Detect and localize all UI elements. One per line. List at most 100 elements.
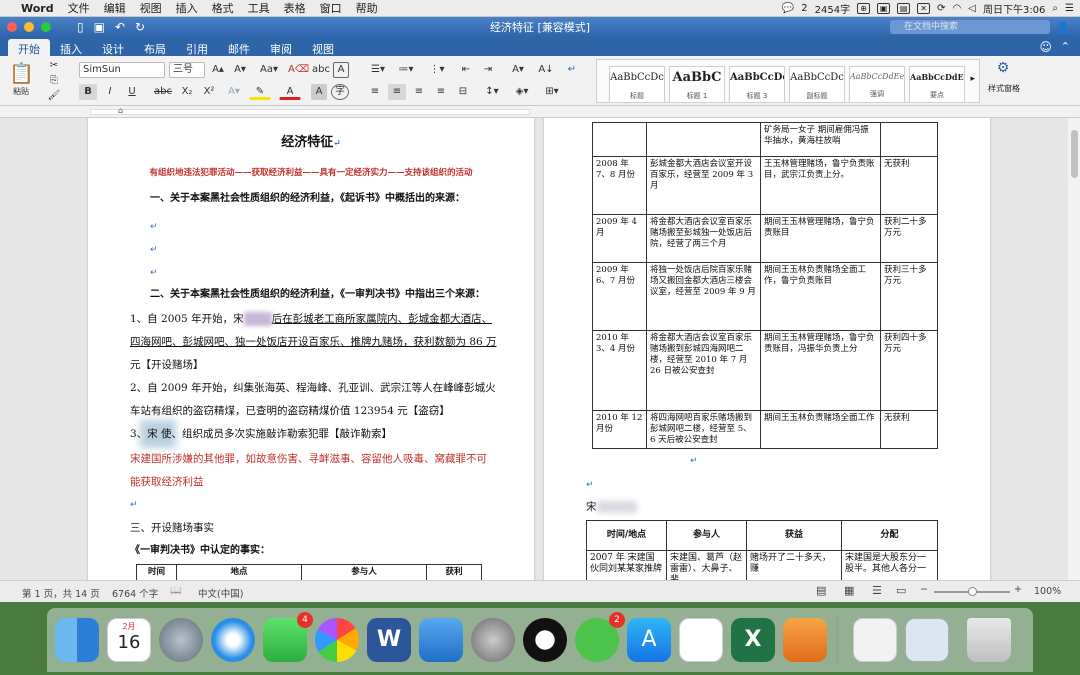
qq-icon[interactable] — [523, 618, 567, 662]
text-direction-icon[interactable]: A▾ — [506, 62, 530, 78]
proofing-icon[interactable]: 📖 — [170, 585, 182, 596]
status-icon-3[interactable]: ▤ — [897, 3, 911, 14]
wifi-icon[interactable]: ◠ — [953, 3, 962, 14]
underline-button[interactable]: U — [123, 84, 141, 100]
scrollbar-thumb[interactable] — [1071, 130, 1078, 178]
notification-center-icon[interactable]: ☰ — [1065, 3, 1074, 14]
system-preferences-icon[interactable] — [471, 618, 515, 662]
zoom-in-icon[interactable]: + — [1014, 584, 1022, 595]
menu-window[interactable]: 窗口 — [313, 0, 349, 16]
decrease-indent-icon[interactable]: ⇤ — [456, 62, 476, 78]
draft-view-icon[interactable]: ▭ — [896, 584, 906, 597]
app-store-icon[interactable]: A — [627, 618, 671, 662]
print-layout-view-icon[interactable]: ▤ — [816, 584, 826, 597]
menu-insert[interactable]: 插入 — [169, 0, 205, 16]
superscript-button[interactable]: X² — [199, 84, 219, 100]
styles-pane-label[interactable]: 样式窗格 — [986, 84, 1022, 93]
facetime-icon[interactable]: 4 — [263, 612, 313, 662]
document-search-input[interactable]: 在文档中搜索 — [890, 20, 1050, 34]
align-center-icon[interactable]: ≡ — [388, 84, 406, 100]
style-title[interactable]: AaBbCcDc 标题 — [609, 66, 665, 103]
menu-view[interactable]: 视图 — [133, 0, 169, 16]
copy-icon[interactable]: ⎘ — [46, 73, 62, 89]
sidebar-toggle-icon[interactable]: ▯ — [77, 20, 84, 34]
numbers-icon[interactable] — [679, 618, 723, 662]
document-icon[interactable] — [853, 618, 897, 662]
zoom-out-icon[interactable]: − — [920, 584, 928, 595]
menu-format[interactable]: 格式 — [205, 0, 241, 16]
cut-icon[interactable]: ✂ — [46, 58, 62, 74]
wechat-icon[interactable]: 2 — [575, 612, 625, 662]
ruler[interactable]: ⌂ — [0, 106, 1080, 118]
change-case-icon[interactable]: Aa▾ — [255, 62, 283, 78]
word-count[interactable]: 6764 个字 — [112, 586, 158, 600]
page-count[interactable]: 第 1 页，共 14 页 — [22, 586, 100, 600]
photos-icon[interactable] — [315, 618, 359, 662]
page-1[interactable]: 经济特征↵ 有组织地违法犯罪活动——获取经济利益——具有一定经济实力——支持该组… — [88, 118, 534, 580]
collapse-ribbon-icon[interactable]: ⌃ — [1061, 40, 1070, 53]
status-icon-2[interactable]: ▣ — [877, 3, 891, 14]
italic-button[interactable]: I — [101, 84, 119, 100]
character-border-icon[interactable]: A — [333, 62, 349, 78]
menu-edit[interactable]: 编辑 — [97, 0, 133, 16]
feedback-icon[interactable]: ☺ — [1039, 40, 1052, 54]
indent-marker-icon[interactable]: ⌂ — [118, 106, 123, 115]
font-size-select[interactable]: 三号 — [169, 62, 205, 78]
zoom-level[interactable]: 100% — [1034, 586, 1061, 597]
zoom-slider-knob[interactable] — [968, 587, 977, 596]
phonetic-guide-icon[interactable]: abc — [311, 62, 330, 78]
tab-mailings[interactable]: 邮件 — [218, 39, 260, 56]
tab-insert[interactable]: 插入 — [50, 39, 92, 56]
excel-icon[interactable]: X — [731, 618, 775, 662]
style-emphasis[interactable]: AaBbCcDdEe 强调 — [849, 66, 905, 103]
shading-icon[interactable]: ◈▾ — [510, 84, 534, 100]
multilevel-list-icon[interactable]: ⋮▾ — [424, 62, 450, 78]
web-layout-view-icon[interactable]: ▦ — [844, 584, 854, 597]
shrink-font-icon[interactable]: A▾ — [231, 62, 249, 78]
highlight-color-icon[interactable]: ✎ — [249, 84, 271, 100]
tab-view[interactable]: 视图 — [302, 39, 344, 56]
character-shading-icon[interactable]: A — [311, 84, 327, 100]
zoom-window-button[interactable] — [41, 22, 51, 32]
sort-icon[interactable]: A↓ — [536, 62, 556, 78]
vertical-scrollbar[interactable] — [1068, 118, 1080, 580]
justify-icon[interactable]: ≡ — [432, 84, 450, 100]
align-left-icon[interactable]: ≡ — [366, 84, 384, 100]
style-heading-1[interactable]: AaBbC 标题 1 — [669, 66, 725, 103]
close-window-button[interactable] — [7, 22, 17, 32]
font-name-select[interactable]: SimSun — [79, 62, 165, 78]
zoom-slider[interactable] — [934, 587, 1010, 596]
grow-font-icon[interactable]: A▴ — [209, 62, 227, 78]
sync-icon[interactable]: ⟳ — [937, 3, 945, 14]
datetime[interactable]: 周日下午3:06 — [983, 1, 1045, 16]
tab-home[interactable]: 开始 — [8, 39, 50, 56]
style-subtitle[interactable]: AaBbCcDc 副标题 — [789, 66, 845, 103]
tab-review[interactable]: 审阅 — [260, 39, 302, 56]
styles-more-icon[interactable]: ▸ — [970, 74, 975, 84]
paste-icon[interactable]: 📋 — [8, 60, 34, 86]
menu-help[interactable]: 帮助 — [349, 0, 385, 16]
font-color-icon[interactable]: A — [279, 84, 301, 100]
show-marks-icon[interactable]: ↵ — [562, 62, 582, 78]
finder-icon[interactable] — [55, 618, 99, 662]
format-painter-icon[interactable]: 🖌 — [46, 88, 62, 104]
share-icon[interactable]: 👤 — [1056, 21, 1070, 34]
style-strong[interactable]: AaBbCcDdEe 要点 — [909, 66, 965, 103]
wechat-status-icon[interactable]: 💬 — [782, 3, 794, 14]
menu-app-name[interactable]: Word — [14, 2, 61, 15]
search-icon[interactable]: ⌕ — [1052, 3, 1058, 14]
keynote-icon[interactable] — [419, 618, 463, 662]
trash-icon[interactable] — [967, 618, 1011, 662]
volume-icon[interactable]: ◁ — [968, 3, 976, 14]
styles-pane-icon[interactable]: ⚙ — [990, 60, 1016, 82]
save-icon[interactable]: ▣ — [94, 20, 105, 34]
numbering-icon[interactable]: ≔▾ — [394, 62, 418, 78]
text-effects-icon[interactable]: A▾ — [223, 84, 245, 100]
menu-table[interactable]: 表格 — [277, 0, 313, 16]
bullets-icon[interactable]: ☰▾ — [366, 62, 390, 78]
distributed-icon[interactable]: ⊟ — [454, 84, 472, 100]
clear-formatting-icon[interactable]: A⌫ — [287, 62, 309, 78]
enclose-characters-icon[interactable]: 字 — [331, 84, 349, 100]
outline-view-icon[interactable]: ☰ — [872, 584, 882, 597]
tab-design[interactable]: 设计 — [92, 39, 134, 56]
